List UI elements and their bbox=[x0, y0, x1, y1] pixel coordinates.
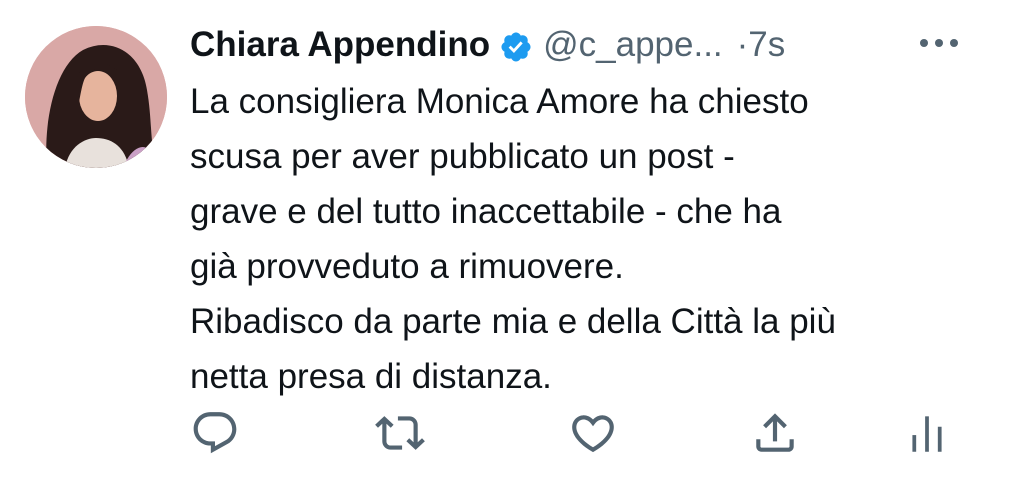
author-name[interactable]: Chiara Appendino bbox=[190, 20, 490, 70]
reply-icon bbox=[193, 412, 237, 454]
like-button[interactable] bbox=[568, 408, 618, 458]
verified-badge-icon bbox=[499, 28, 533, 62]
retweet-icon bbox=[375, 416, 425, 450]
retweet-button[interactable] bbox=[375, 408, 425, 458]
author-handle[interactable]: @c_appe... bbox=[543, 20, 723, 70]
tweet-header: Chiara Appendino @c_appe... · 7s bbox=[190, 20, 785, 70]
avatar[interactable] bbox=[25, 26, 167, 168]
time-separator: · bbox=[736, 25, 749, 64]
tweet-text-line: grave e del tutto inaccettabile - che ha bbox=[190, 192, 782, 231]
more-horizontal-icon[interactable] bbox=[918, 36, 960, 48]
analytics-icon bbox=[912, 416, 942, 452]
tweet-actions bbox=[190, 408, 950, 458]
share-button[interactable] bbox=[750, 408, 800, 458]
like-icon bbox=[572, 415, 614, 453]
tweet-timestamp[interactable]: 7s bbox=[748, 20, 785, 70]
tweet-text: La consigliera Monica Amore ha chiesto s… bbox=[190, 74, 1000, 404]
tweet-text-line: già provveduto a rimuovere. bbox=[190, 247, 624, 286]
tweet[interactable]: Chiara Appendino @c_appe... · 7s La cons… bbox=[0, 0, 1023, 500]
tweet-text-line: La consigliera Monica Amore ha chiesto bbox=[190, 82, 809, 121]
tweet-text-line: scusa per aver pubblicato un post - bbox=[190, 137, 735, 176]
reply-button[interactable] bbox=[190, 408, 240, 458]
tweet-text-line: netta presa di distanza. bbox=[190, 357, 552, 396]
analytics-button[interactable] bbox=[902, 408, 952, 458]
share-icon bbox=[756, 413, 794, 452]
profile-photo bbox=[25, 26, 167, 168]
tweet-text-line: Ribadisco da parte mia e della Città la … bbox=[190, 302, 836, 341]
